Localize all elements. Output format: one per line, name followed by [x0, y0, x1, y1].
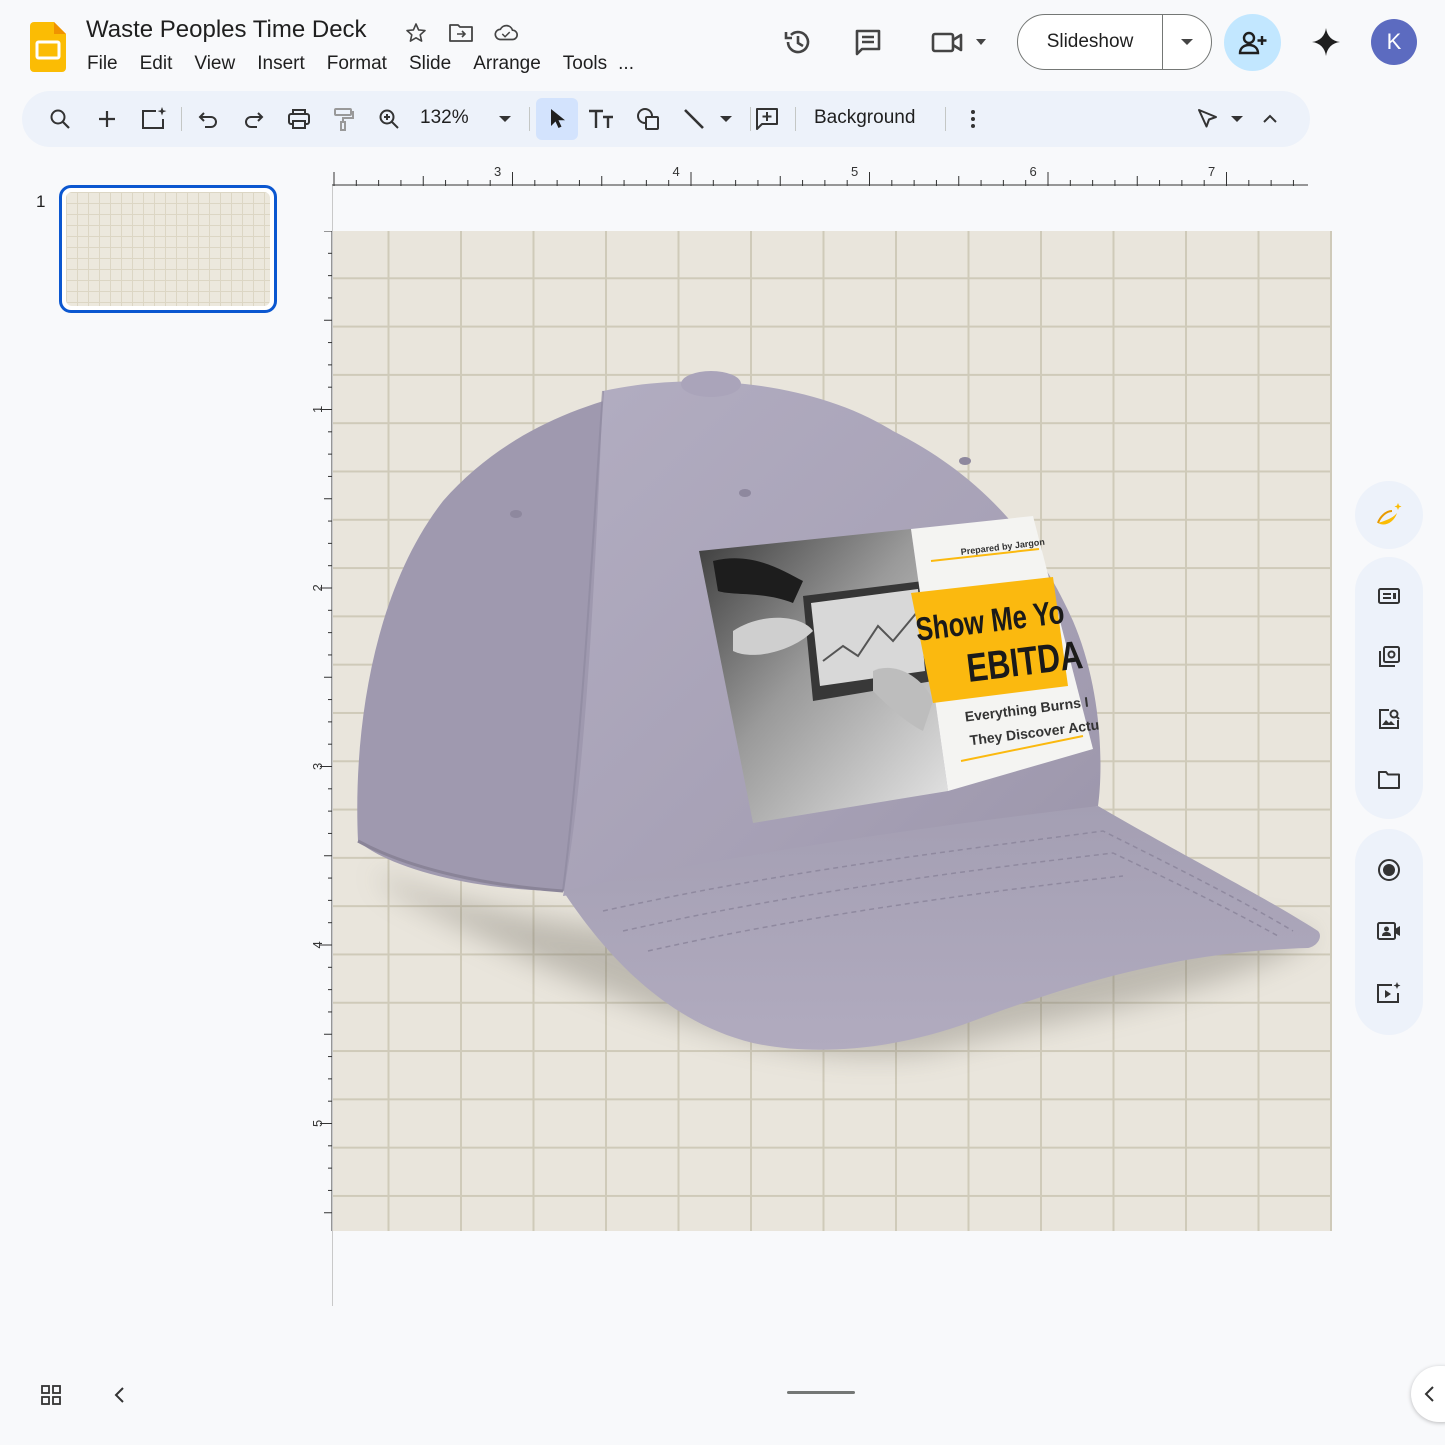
- new-slide-ai-icon[interactable]: [138, 103, 170, 135]
- more-icon[interactable]: [957, 103, 989, 135]
- chevron-left-icon[interactable]: [106, 1380, 132, 1410]
- ruler-label: 6: [1030, 164, 1037, 179]
- pointer-mode-icon[interactable]: [1192, 103, 1224, 135]
- ruler-label: 4: [673, 164, 680, 179]
- ruler-label: 1: [310, 406, 325, 413]
- slides-logo-icon[interactable]: [30, 22, 66, 72]
- slide-thumbnail[interactable]: [59, 185, 277, 313]
- background-button[interactable]: Background: [814, 107, 915, 129]
- video-spark-icon[interactable]: [1367, 971, 1411, 1015]
- menu-more[interactable]: ...: [618, 52, 645, 76]
- text-layout-icon[interactable]: [1367, 574, 1411, 618]
- banana-ai-icon[interactable]: [1367, 493, 1411, 537]
- move-to-folder-icon[interactable]: [448, 20, 474, 46]
- ruler-label: 2: [310, 584, 325, 591]
- slide-canvas[interactable]: Prepared by Jargon Show Me Yo EBITDA Eve…: [333, 231, 1332, 1231]
- search-icon[interactable]: [44, 103, 76, 135]
- zoom-value[interactable]: 132%: [420, 107, 469, 129]
- chevron-left-icon: [1424, 1386, 1434, 1402]
- new-slide-icon[interactable]: [91, 103, 123, 135]
- zoom-icon[interactable]: [373, 103, 405, 135]
- redo-icon[interactable]: [237, 103, 269, 135]
- expand-side-panel-button[interactable]: [1411, 1366, 1445, 1422]
- slideshow-dropdown[interactable]: [1163, 15, 1211, 69]
- document-title[interactable]: Waste Peoples Time Deck: [86, 16, 367, 44]
- ruler-label: 3: [494, 164, 501, 179]
- line-dropdown-icon[interactable]: [710, 103, 742, 135]
- toolbar: 132% Background: [22, 91, 1310, 147]
- menu-arrange[interactable]: Arrange: [462, 52, 552, 76]
- speaker-notes-handle[interactable]: [787, 1391, 855, 1394]
- text-box-icon[interactable]: [585, 103, 617, 135]
- zoom-dropdown-icon[interactable]: [489, 103, 521, 135]
- paint-format-icon[interactable]: [327, 103, 359, 135]
- menu-bar: File Edit View Insert Format Slide Arran…: [76, 52, 645, 76]
- toolbar-divider: [795, 107, 796, 131]
- chevron-down-icon: [1181, 39, 1193, 45]
- slide-thumbnail-preview: [66, 192, 270, 306]
- camera-record-icon[interactable]: [1367, 909, 1411, 953]
- comments-icon[interactable]: [848, 22, 888, 62]
- menu-tools[interactable]: Tools: [552, 52, 618, 76]
- toolbar-divider: [945, 107, 946, 131]
- collapse-toolbar-icon[interactable]: [1254, 103, 1286, 135]
- star-icon[interactable]: [403, 20, 429, 46]
- shape-icon[interactable]: [632, 103, 664, 135]
- slide-number: 1: [36, 192, 46, 211]
- cap-image[interactable]: Prepared by Jargon Show Me Yo EBITDA Eve…: [333, 231, 1332, 1231]
- version-history-icon[interactable]: [778, 22, 818, 62]
- toolbar-divider: [529, 107, 530, 131]
- slide-library-icon[interactable]: [1367, 635, 1411, 679]
- avatar[interactable]: K: [1371, 19, 1417, 65]
- slideshow-button[interactable]: Slideshow: [1018, 15, 1163, 69]
- gemini-icon[interactable]: [1306, 22, 1346, 62]
- ruler-label: 5: [851, 164, 858, 179]
- undo-icon[interactable]: [193, 103, 225, 135]
- image-search-icon[interactable]: [1367, 697, 1411, 741]
- pointer-dropdown-icon[interactable]: [1221, 103, 1253, 135]
- ruler-label: 3: [310, 763, 325, 770]
- menu-slide[interactable]: Slide: [398, 52, 462, 76]
- cloud-saved-icon[interactable]: [493, 20, 519, 46]
- toolbar-divider: [181, 107, 182, 131]
- vertical-ruler[interactable]: 1 2 3 4 5: [310, 231, 333, 1231]
- menu-format[interactable]: Format: [316, 52, 398, 76]
- ruler-label: 5: [310, 1120, 325, 1127]
- grid-view-icon[interactable]: [36, 1380, 66, 1410]
- ruler-label: 4: [310, 941, 325, 948]
- ruler-label: 7: [1208, 164, 1215, 179]
- meet-icon[interactable]: [926, 22, 990, 62]
- line-icon[interactable]: [678, 103, 710, 135]
- menu-view[interactable]: View: [183, 52, 246, 76]
- menu-insert[interactable]: Insert: [246, 52, 316, 76]
- comment-add-icon[interactable]: [751, 103, 783, 135]
- select-icon[interactable]: [536, 98, 578, 140]
- menu-edit[interactable]: Edit: [129, 52, 184, 76]
- share-button[interactable]: [1224, 14, 1281, 71]
- record-icon[interactable]: [1367, 848, 1411, 892]
- print-icon[interactable]: [283, 103, 315, 135]
- menu-file[interactable]: File: [76, 52, 129, 76]
- share-icon: [1238, 31, 1266, 54]
- folder-icon[interactable]: [1367, 758, 1411, 802]
- horizontal-ruler[interactable]: 3 4 5 6 7: [332, 160, 1308, 186]
- slideshow-group: Slideshow: [1017, 14, 1212, 70]
